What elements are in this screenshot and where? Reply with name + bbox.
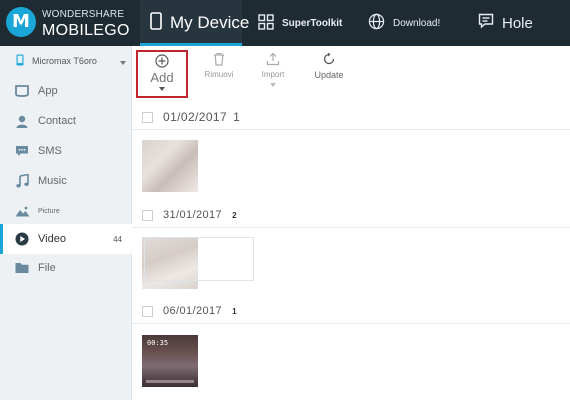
logo-wordmark-bottom: MOBILEGO bbox=[42, 22, 130, 39]
group-date: 31/01/2017 bbox=[163, 209, 223, 221]
sidebar-item-label: File bbox=[38, 262, 56, 274]
sidebar-item-app[interactable]: App bbox=[0, 76, 132, 106]
sms-icon bbox=[14, 145, 30, 157]
group-select-checkbox[interactable] bbox=[142, 305, 153, 317]
video-thumbnail[interactable]: 00:35 bbox=[142, 335, 198, 387]
group-count: 1 bbox=[233, 110, 241, 124]
update-button-label: Update bbox=[314, 70, 344, 80]
device-name: Micromax T6oro bbox=[32, 56, 97, 66]
app-logo: M WONDERSHARE MOBILEGO bbox=[4, 4, 130, 42]
chat-icon bbox=[478, 13, 494, 33]
group-count: 2 bbox=[232, 210, 237, 220]
toolbar: Add Rimuovi Import Update bbox=[132, 46, 570, 102]
sidebar-item-label: SMS bbox=[38, 145, 62, 157]
chevron-down-icon bbox=[138, 84, 186, 93]
sidebar-item-picture[interactable]: Picture bbox=[0, 196, 132, 226]
add-button[interactable]: Add bbox=[136, 50, 188, 98]
sidebar-item-label: App bbox=[38, 85, 58, 97]
sidebar-item-video[interactable]: Video 44 bbox=[0, 224, 132, 254]
folder-icon bbox=[14, 262, 30, 274]
tab-supertoolkit[interactable]: SuperToolkit bbox=[258, 0, 342, 46]
tab-help-label: Hole bbox=[502, 14, 533, 32]
logo-icon: M bbox=[6, 7, 36, 37]
upload-icon bbox=[248, 52, 298, 68]
sidebar-item-file[interactable]: File bbox=[0, 253, 132, 283]
plus-circle-icon bbox=[138, 54, 186, 70]
globe-icon bbox=[368, 13, 385, 33]
group-count: 1 bbox=[232, 306, 237, 316]
tab-help[interactable]: Hole bbox=[478, 0, 533, 46]
device-phone-icon bbox=[16, 54, 24, 68]
device-selector[interactable]: Micromax T6oro bbox=[0, 46, 132, 76]
app-icon bbox=[14, 85, 30, 97]
sidebar-item-label: Contact bbox=[38, 115, 76, 127]
sidebar-item-contact[interactable]: Contact bbox=[0, 106, 132, 136]
video-thumbnail[interactable] bbox=[142, 140, 198, 192]
date-group-header: 31/01/2017 2 bbox=[132, 203, 570, 228]
add-button-label: Add bbox=[150, 70, 174, 85]
picture-icon bbox=[14, 206, 30, 217]
sidebar-item-sms[interactable]: SMS bbox=[0, 136, 132, 166]
update-button[interactable]: Update bbox=[304, 50, 354, 80]
music-icon bbox=[14, 174, 30, 188]
sidebar: Micromax T6oro App Contact SMS Music Pic… bbox=[0, 46, 132, 400]
sidebar-item-music[interactable]: Music bbox=[0, 166, 132, 196]
tab-download-label: Download! bbox=[393, 17, 441, 29]
date-group-header: 06/01/2017 1 bbox=[132, 299, 570, 324]
video-icon bbox=[14, 232, 30, 246]
import-button[interactable]: Import bbox=[248, 50, 298, 89]
tab-supertoolkit-label: SuperToolkit bbox=[282, 17, 343, 29]
trash-icon bbox=[194, 52, 244, 68]
group-select-checkbox[interactable] bbox=[142, 209, 153, 221]
grid-icon bbox=[258, 13, 274, 33]
date-group-header: 01/02/2017 1 bbox=[132, 105, 570, 130]
group-select-checkbox[interactable] bbox=[142, 111, 153, 123]
tab-my-device[interactable]: My Device bbox=[140, 0, 249, 46]
video-timestamp: 00:35 bbox=[147, 339, 169, 347]
phone-icon bbox=[150, 11, 162, 35]
remove-button[interactable]: Rimuovi bbox=[194, 50, 244, 79]
chevron-down-icon bbox=[248, 80, 298, 89]
remove-button-label: Rimuovi bbox=[204, 70, 234, 79]
tab-download[interactable]: Download! bbox=[368, 0, 440, 46]
video-count-badge: 44 bbox=[113, 234, 122, 244]
chevron-down-icon bbox=[120, 57, 126, 67]
group-date: 01/02/2017 bbox=[163, 110, 228, 124]
contact-icon bbox=[14, 115, 30, 128]
tab-my-device-label: My Device bbox=[170, 13, 250, 32]
group-date: 06/01/2017 bbox=[163, 305, 223, 317]
refresh-icon bbox=[304, 52, 354, 68]
sidebar-item-label: Music bbox=[38, 175, 67, 187]
import-button-label: Import bbox=[261, 70, 285, 79]
video-list: 01/02/2017 1 31/01/2017 2 06/01/2017 1 0… bbox=[132, 102, 570, 400]
sidebar-item-label: Picture bbox=[38, 207, 60, 215]
video-thumbnail-frame[interactable] bbox=[144, 237, 254, 281]
video-progress-strip bbox=[146, 380, 194, 383]
sidebar-item-label: Video bbox=[38, 233, 66, 245]
logo-wordmark-top: WONDERSHARE bbox=[42, 9, 125, 20]
top-bar: M WONDERSHARE MOBILEGO My Device SuperTo… bbox=[0, 0, 570, 46]
